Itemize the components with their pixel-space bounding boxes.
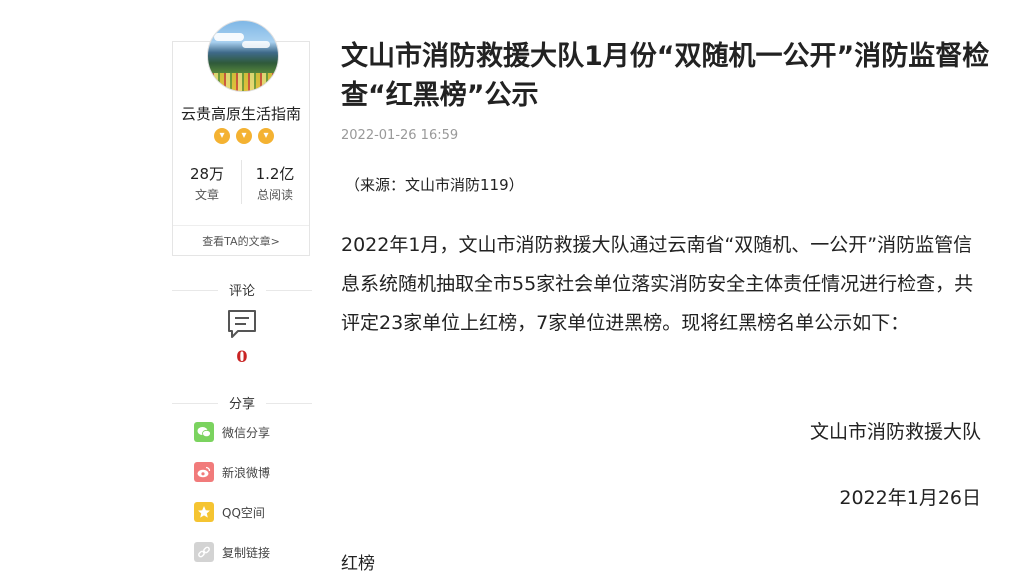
copy-link-label: 复制链接 [222,545,271,560]
author-name[interactable]: 云贵高原生活指南 [172,103,310,124]
fox-icon: ▾ [258,128,274,144]
weibo-icon [194,462,214,482]
article-source: （来源：文山市消防119） [345,176,524,194]
share-weibo-button[interactable]: 新浪微博 [194,462,270,482]
stat-reads-value: 1.2亿 [255,165,295,183]
view-author-articles-link[interactable]: 查看TA的文章> [172,233,310,249]
share-weibo-label: 新浪微博 [222,465,271,480]
stat-reads: 1.2亿 总阅读 [241,163,309,203]
comments-section-title: 评论 [172,280,312,299]
fox-icon: ▾ [214,128,230,144]
signature-organization: 文山市消防救援大队 [809,421,981,443]
fox-icon: ▾ [236,128,252,144]
stat-articles-value: 28万 [189,165,225,183]
share-wechat-button[interactable]: 微信分享 [194,422,270,442]
article-body-paragraph: 2022年1月，文山市消防救援大队通过云南省“双随机、一公开”消防监管信息系统随… [341,234,974,334]
wechat-icon [194,422,214,442]
author-avatar[interactable] [207,20,279,92]
card-divider [173,225,309,226]
red-list-heading: 红榜 [341,554,375,574]
copy-link-button[interactable]: 复制链接 [194,542,270,562]
comment-icon[interactable] [226,308,258,344]
stat-reads-label: 总阅读 [256,188,293,202]
author-badges: ▾ ▾ ▾ [172,127,310,144]
article-title: 文山市消防救援大队1月份“双随机一公开”消防监督检查“红黑榜”公示 [341,41,990,111]
share-qzone-label: QQ空间 [222,505,265,520]
stat-articles: 28万 文章 [173,163,241,203]
share-wechat-label: 微信分享 [222,425,271,440]
link-icon [194,542,214,562]
stat-articles-label: 文章 [194,188,219,202]
qzone-icon [194,502,214,522]
share-qzone-button[interactable]: QQ空间 [194,502,265,522]
article-date: 2022-01-26 16:59 [341,128,459,143]
comment-count: 0 [236,347,248,366]
share-section-title: 分享 [172,393,312,412]
signature-date: 2022年1月26日 [839,487,981,509]
